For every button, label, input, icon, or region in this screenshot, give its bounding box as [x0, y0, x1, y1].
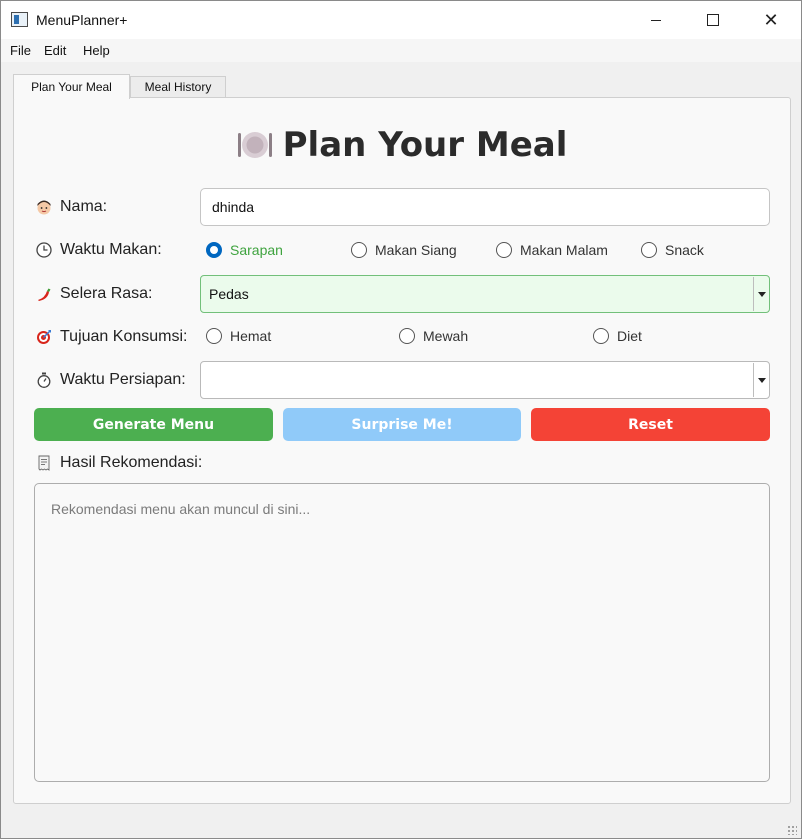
- radio-sarapan[interactable]: Sarapan: [206, 242, 283, 258]
- selera-rasa-value: Pedas: [209, 286, 249, 302]
- page-heading: Plan Your Meal: [1, 125, 802, 165]
- radio-label: Diet: [617, 328, 642, 344]
- nama-input[interactable]: dhinda: [200, 188, 770, 226]
- chevron-down-icon[interactable]: [753, 277, 769, 311]
- radio-snack[interactable]: Snack: [641, 242, 704, 258]
- surprise-me-button[interactable]: Surprise Me!: [283, 408, 521, 441]
- plate-cutlery-icon: [237, 130, 273, 160]
- waktu-persiapan-dropdown[interactable]: [200, 361, 770, 399]
- radio-label: Makan Malam: [520, 242, 608, 258]
- selera-rasa-label: Selera Rasa:: [60, 285, 153, 302]
- radio-label: Makan Siang: [375, 242, 457, 258]
- chevron-down-icon[interactable]: [753, 363, 769, 397]
- radio-indicator[interactable]: [351, 242, 367, 258]
- radio-indicator[interactable]: [399, 328, 415, 344]
- radio-indicator[interactable]: [206, 242, 222, 258]
- radio-indicator[interactable]: [206, 328, 222, 344]
- result-textarea[interactable]: Rekomendasi menu akan muncul di sini...: [34, 483, 770, 782]
- title-bar[interactable]: MenuPlanner+ ✕: [1, 1, 801, 39]
- status-bar: [1, 816, 801, 838]
- receipt-icon: [36, 455, 52, 471]
- radio-mewah[interactable]: Mewah: [399, 328, 468, 344]
- tab-plan-your-meal[interactable]: Plan Your Meal: [13, 74, 130, 99]
- app-icon: [11, 12, 28, 27]
- selera-rasa-label-row: Selera Rasa:: [36, 285, 153, 303]
- tujuan-konsumsi-label: Tujuan Konsumsi:: [60, 328, 188, 345]
- menu-help[interactable]: Help: [83, 43, 110, 58]
- hasil-rekomendasi-label: Hasil Rekomendasi:: [60, 454, 203, 471]
- radio-diet[interactable]: Diet: [593, 328, 642, 344]
- radio-label: Snack: [665, 242, 704, 258]
- waktu-persiapan-label-row: Waktu Persiapan:: [36, 371, 186, 389]
- radio-label: Sarapan: [230, 242, 283, 258]
- clock-icon: [36, 242, 52, 258]
- radio-label: Hemat: [230, 328, 272, 344]
- radio-indicator[interactable]: [641, 242, 657, 258]
- generate-menu-button[interactable]: Generate Menu: [34, 408, 273, 441]
- radio-indicator[interactable]: [496, 242, 512, 258]
- close-button[interactable]: ✕: [748, 1, 794, 39]
- tujuan-konsumsi-label-row: Tujuan Konsumsi:: [36, 328, 187, 346]
- radio-label: Mewah: [423, 328, 469, 344]
- page-title: Plan Your Meal: [282, 125, 568, 165]
- nama-label-row: Nama:: [36, 198, 107, 216]
- radio-makan-malam[interactable]: Makan Malam: [496, 242, 608, 258]
- minimize-button[interactable]: [633, 1, 679, 39]
- waktu-makan-label: Waktu Makan:: [60, 241, 162, 258]
- menu-bar: File Edit Help: [1, 39, 801, 62]
- person-face-icon: [36, 199, 52, 215]
- target-dart-icon: [36, 329, 52, 345]
- resize-grip-icon[interactable]: [787, 825, 797, 835]
- reset-button[interactable]: Reset: [531, 408, 770, 441]
- window-title: MenuPlanner+: [36, 12, 128, 28]
- waktu-makan-label-row: Waktu Makan:: [36, 241, 162, 259]
- tab-meal-history[interactable]: Meal History: [130, 76, 226, 97]
- menu-file[interactable]: File: [10, 43, 31, 58]
- hasil-rekomendasi-label-row: Hasil Rekomendasi:: [36, 454, 202, 472]
- chili-pepper-icon: [36, 286, 52, 302]
- radio-hemat[interactable]: Hemat: [206, 328, 271, 344]
- nama-label: Nama:: [60, 198, 108, 215]
- radio-indicator[interactable]: [593, 328, 609, 344]
- maximize-button[interactable]: [690, 1, 736, 39]
- menu-edit[interactable]: Edit: [44, 43, 66, 58]
- waktu-persiapan-label: Waktu Persiapan:: [60, 371, 186, 388]
- app-window: MenuPlanner+ ✕ File Edit Help Plan Your …: [0, 0, 802, 839]
- selera-rasa-dropdown[interactable]: Pedas: [200, 275, 770, 313]
- stopwatch-icon: [36, 372, 52, 388]
- radio-makan-siang[interactable]: Makan Siang: [351, 242, 457, 258]
